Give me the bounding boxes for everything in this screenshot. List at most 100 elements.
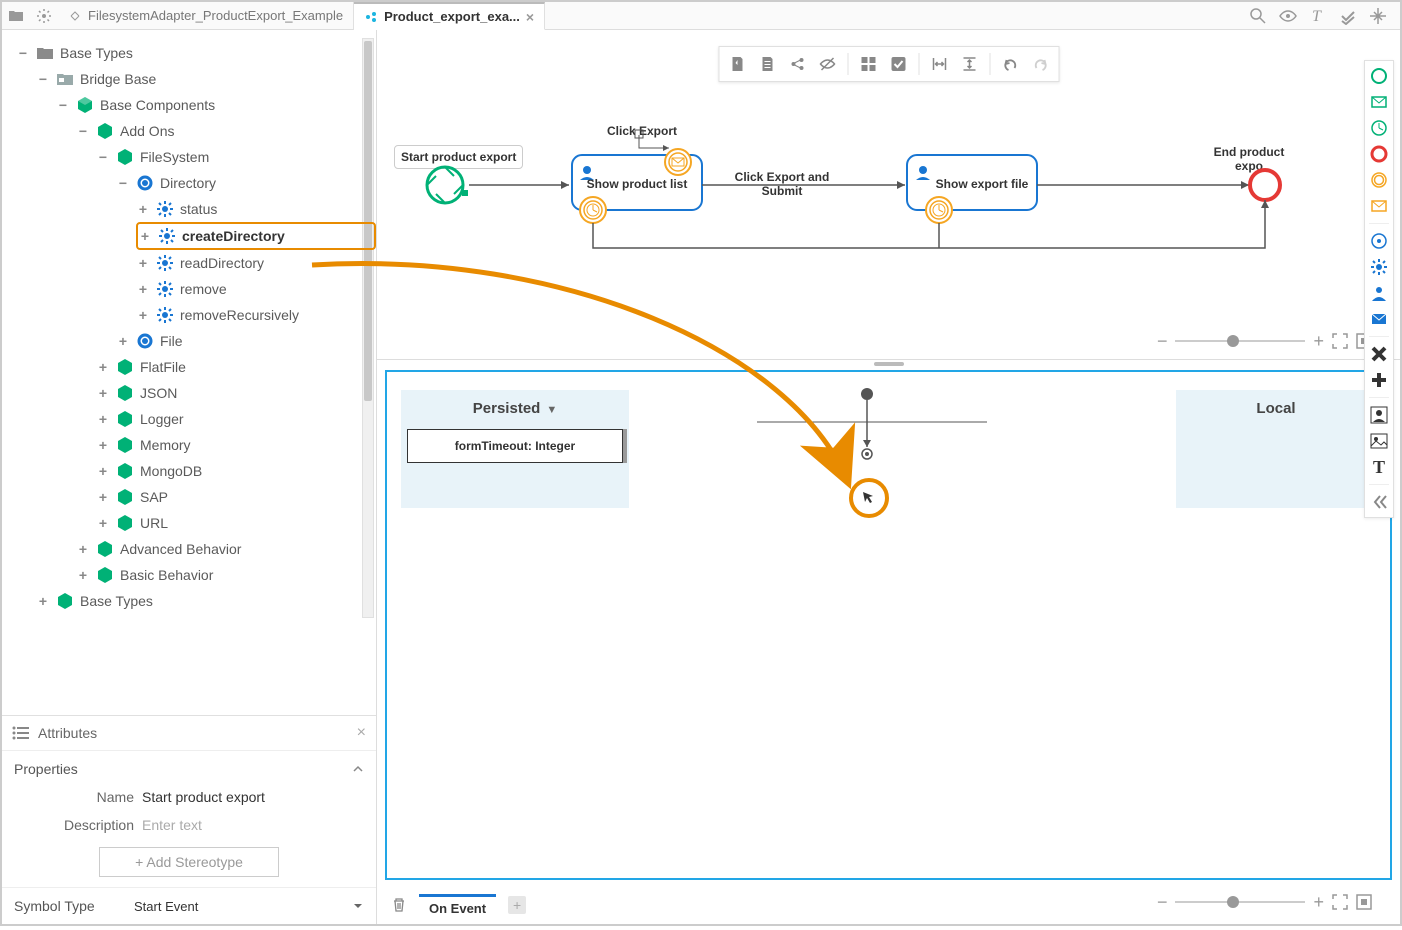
tab-inactive-label: FilesystemAdapter_ProductExport_Example	[88, 8, 343, 23]
chevron-down-icon	[352, 900, 364, 912]
description-input[interactable]: Enter text	[142, 817, 364, 833]
name-label: Name	[14, 789, 134, 805]
fit-icon[interactable]	[1364, 2, 1392, 30]
fullscreen-icon[interactable]	[1332, 894, 1348, 910]
download-icon[interactable]	[723, 50, 751, 78]
list-icon	[12, 726, 30, 740]
exec-canvas[interactable]: Persisted▼ formTimeout: Integer Local	[385, 370, 1392, 880]
visibility-icon[interactable]	[1274, 2, 1302, 30]
tree-advanced-behavior[interactable]: Advanced Behavior	[76, 536, 376, 562]
fit-to-screen-icon[interactable]	[1356, 894, 1372, 910]
svg-text:Show export file: Show export file	[936, 177, 1029, 191]
tree-file[interactable]: File	[116, 328, 376, 354]
tree-create-directory[interactable]: createDirectory	[136, 222, 376, 250]
gear-icon[interactable]	[1368, 256, 1390, 278]
image-icon[interactable]	[1368, 430, 1390, 452]
project-icon[interactable]	[2, 2, 30, 30]
end-event-icon[interactable]	[1368, 143, 1390, 165]
add-stereotype-button[interactable]: + Add Stereotype	[99, 847, 279, 877]
tree-memory[interactable]: Memory	[96, 432, 376, 458]
svg-text:Show product list: Show product list	[587, 177, 688, 191]
tree-bridge-base[interactable]: Bridge Base	[36, 66, 376, 92]
tree-read-directory[interactable]: readDirectory	[136, 250, 376, 276]
exec-flow	[387, 372, 1287, 522]
hide-icon[interactable]	[813, 50, 841, 78]
svg-text:T: T	[1373, 457, 1385, 477]
close-icon[interactable]: ×	[526, 9, 534, 25]
fullscreen-icon[interactable]	[1332, 333, 1348, 349]
collapse-palette-icon[interactable]	[1368, 491, 1390, 513]
hspace-icon[interactable]	[925, 50, 953, 78]
tree-addons[interactable]: Add Ons	[76, 118, 376, 144]
tree-json[interactable]: JSON	[96, 380, 376, 406]
settings-icon[interactable]	[30, 2, 58, 30]
svg-text:T: T	[1312, 8, 1322, 25]
panel-resize-handle[interactable]	[874, 362, 904, 366]
text-icon[interactable]: T	[1368, 456, 1390, 478]
add-tab-button[interactable]: +	[508, 896, 526, 914]
validate-icon[interactable]	[1334, 2, 1362, 30]
check-icon[interactable]	[884, 50, 912, 78]
undo-icon[interactable]	[996, 50, 1024, 78]
attributes-title: Attributes	[38, 725, 349, 741]
share-icon[interactable]	[783, 50, 811, 78]
topbar: FilesystemAdapter_ProductExport_Example …	[2, 2, 1400, 30]
trash-icon[interactable]	[391, 897, 407, 913]
tree-mongodb[interactable]: MongoDB	[96, 458, 376, 484]
chevron-up-icon	[352, 763, 364, 775]
tab-active[interactable]: Product_export_exa... ×	[354, 2, 545, 30]
sidebar: Base Types Bridge Base Base Components A…	[2, 30, 377, 924]
tree-status[interactable]: status	[136, 196, 376, 222]
lower-panel: Persisted▼ formTimeout: Integer Local	[377, 362, 1400, 924]
tree: Base Types Bridge Base Base Components A…	[2, 30, 376, 624]
tree-remove[interactable]: remove	[136, 276, 376, 302]
tree-filesystem[interactable]: FileSystem	[96, 144, 376, 170]
tree-sap[interactable]: SAP	[96, 484, 376, 510]
properties-section[interactable]: Properties	[2, 751, 376, 783]
timer-start-icon[interactable]	[1368, 117, 1390, 139]
name-value[interactable]: Start product export	[142, 789, 364, 805]
tree-base-components[interactable]: Base Components	[56, 92, 376, 118]
tree-base-types-bottom[interactable]: Base Types	[36, 588, 376, 614]
tree-logger[interactable]: Logger	[96, 406, 376, 432]
description-label: Description	[14, 817, 134, 833]
start-event-icon[interactable]	[1368, 65, 1390, 87]
attributes-close-icon[interactable]: ×	[357, 724, 366, 742]
redo-icon[interactable]	[1026, 50, 1054, 78]
envelope-solid-icon[interactable]	[1368, 308, 1390, 330]
canvas-toolbar	[718, 46, 1059, 82]
attributes-panel: Attributes × Properties Name Start produ…	[2, 715, 376, 924]
tab-on-event[interactable]: On Event	[419, 894, 496, 916]
intermediate-event-icon[interactable]	[1368, 169, 1390, 191]
lower-zoom-control[interactable]: − +	[1157, 890, 1372, 914]
tree-base-types[interactable]: Base Types	[16, 40, 376, 66]
search-icon[interactable]	[1244, 2, 1272, 30]
element-palette: T	[1364, 60, 1394, 518]
tree-flatfile[interactable]: FlatFile	[96, 354, 376, 380]
tree-remove-recursively[interactable]: removeRecursively	[136, 302, 376, 328]
document-icon[interactable]	[753, 50, 781, 78]
lower-tabs: On Event +	[391, 894, 526, 916]
tab-inactive[interactable]: FilesystemAdapter_ProductExport_Example	[58, 2, 354, 30]
x-icon[interactable]	[1368, 343, 1390, 365]
tab-active-label: Product_export_exa...	[384, 9, 520, 24]
tree-url[interactable]: URL	[96, 510, 376, 536]
message-start-icon[interactable]	[1368, 91, 1390, 113]
service-circle-icon[interactable]	[1368, 230, 1390, 252]
user-box-icon[interactable]	[1368, 404, 1390, 426]
diagram-area: Start product export Click Export Click …	[377, 30, 1400, 924]
user-icon[interactable]	[1368, 282, 1390, 304]
symbol-type-label: Symbol Type	[14, 898, 134, 914]
text-tool-icon[interactable]: T	[1304, 2, 1332, 30]
grid-icon[interactable]	[854, 50, 882, 78]
tree-directory[interactable]: Directory	[116, 170, 376, 196]
drop-target-indicator	[849, 478, 889, 518]
symbol-type-select[interactable]: Start Event	[134, 899, 364, 914]
cursor-icon	[861, 490, 877, 506]
vspace-icon[interactable]	[955, 50, 983, 78]
plus-icon[interactable]	[1368, 369, 1390, 391]
upper-zoom-control[interactable]: − +	[1157, 329, 1372, 353]
message-throw-icon[interactable]	[1368, 195, 1390, 217]
top-right-tools: T	[1244, 2, 1400, 30]
tree-basic-behavior[interactable]: Basic Behavior	[76, 562, 376, 588]
